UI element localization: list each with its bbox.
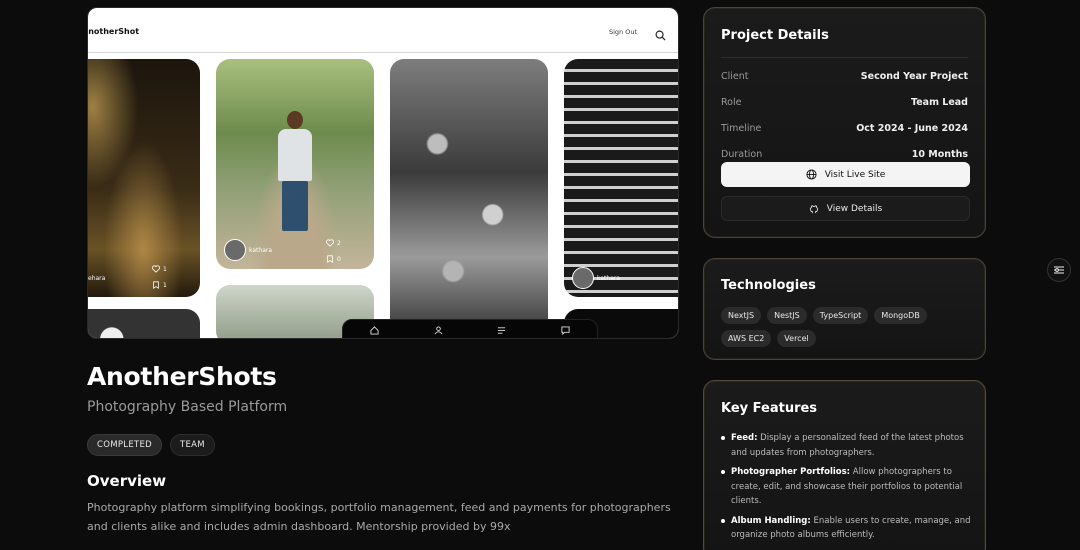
- tech-chip: NestJS: [767, 307, 807, 324]
- home-icon[interactable]: [370, 325, 379, 335]
- team-badge: TEAM: [170, 434, 215, 456]
- overview-heading: Overview: [87, 472, 167, 490]
- filter-icon: [1054, 266, 1064, 274]
- card-meta: ehara: [88, 275, 105, 282]
- preview-feed: ehara 1 1 kathara 2 0 kathara: [88, 53, 678, 338]
- list-item: Feed: Display a personalized feed of the…: [721, 431, 971, 460]
- bookmark-icon[interactable]: [326, 255, 334, 263]
- photo-card-arches[interactable]: kathara: [564, 59, 678, 297]
- view-details-label: View Details: [826, 203, 883, 214]
- preview-bottom-nav: [342, 319, 598, 338]
- chat-icon[interactable]: [561, 325, 570, 335]
- features-title: Key Features: [721, 401, 818, 416]
- globe-icon: [806, 169, 817, 180]
- detail-row-timeline: Timeline Oct 2024 - June 2024: [721, 123, 968, 134]
- photo-card-flowers[interactable]: [88, 309, 200, 338]
- visit-live-site-label: Visit Live Site: [824, 169, 886, 180]
- avatar[interactable]: [572, 267, 594, 289]
- project-details-card: Project Details Client Second Year Proje…: [703, 7, 986, 238]
- detail-row-duration: Duration 10 Months: [721, 149, 968, 160]
- tech-chip: NextJS: [721, 307, 762, 324]
- details-title: Project Details: [721, 28, 829, 43]
- heart-icon[interactable]: [326, 239, 334, 247]
- project-preview: AnotherShot Sign Out ehara 1 1 kathara 2…: [87, 7, 679, 339]
- project-tags: COMPLETED TEAM: [87, 434, 215, 456]
- save-count: 0: [337, 255, 341, 263]
- like-count: 1: [163, 265, 167, 273]
- technology-list: NextJS NestJS TypeScript MongoDB AWS EC2…: [721, 307, 971, 347]
- side-menu-toggle-button[interactable]: [1047, 258, 1071, 282]
- card-user: kathara: [597, 274, 621, 282]
- detail-row-client: Client Second Year Project: [721, 71, 968, 82]
- photo-card-lamps[interactable]: ehara 1 1: [88, 59, 200, 297]
- project-subtitle: Photography Based Platform: [87, 399, 288, 415]
- photo-card-raindrops[interactable]: 2: [390, 59, 548, 338]
- view-details-button[interactable]: View Details: [721, 196, 970, 221]
- preview-brand: AnotherShot: [87, 27, 140, 36]
- save-count: 1: [163, 281, 167, 289]
- feature-list: Feed: Display a personalized feed of the…: [721, 431, 971, 548]
- detail-row-role: Role Team Lead: [721, 97, 968, 108]
- user-icon[interactable]: [434, 325, 443, 335]
- search-icon[interactable]: [655, 26, 666, 45]
- tech-chip: AWS EC2: [721, 330, 772, 347]
- key-features-card: Key Features Feed: Display a personalize…: [703, 380, 986, 550]
- project-title: AnotherShots: [87, 362, 277, 391]
- person-figure: [278, 111, 312, 231]
- like-count: 2: [337, 239, 341, 247]
- overview-text: Photography platform simplifying booking…: [87, 501, 671, 533]
- list-icon[interactable]: [497, 326, 506, 335]
- github-icon: [809, 204, 818, 213]
- divider: [721, 57, 968, 58]
- technologies-title: Technologies: [721, 278, 816, 293]
- preview-signout-link[interactable]: Sign Out: [609, 28, 637, 36]
- list-item: Photographer Portfolios: Allow photograp…: [721, 465, 971, 509]
- heart-icon[interactable]: [152, 265, 160, 273]
- technologies-card: Technologies NextJS NestJS TypeScript Mo…: [703, 258, 986, 360]
- tech-chip: MongoDB: [874, 307, 927, 324]
- bookmark-icon[interactable]: [152, 281, 160, 289]
- card-user: kathara: [249, 246, 273, 254]
- preview-header: AnotherShot Sign Out: [88, 8, 678, 53]
- photo-card-portrait[interactable]: kathara 2 0: [216, 59, 374, 269]
- card-user: ehara: [88, 275, 106, 282]
- avatar[interactable]: [224, 239, 246, 261]
- tech-chip: Vercel: [777, 330, 816, 347]
- list-item: Album Handling: Enable users to create, …: [721, 514, 971, 543]
- visit-live-site-button[interactable]: Visit Live Site: [721, 162, 970, 187]
- tech-chip: TypeScript: [812, 307, 869, 324]
- status-badge: COMPLETED: [87, 434, 162, 456]
